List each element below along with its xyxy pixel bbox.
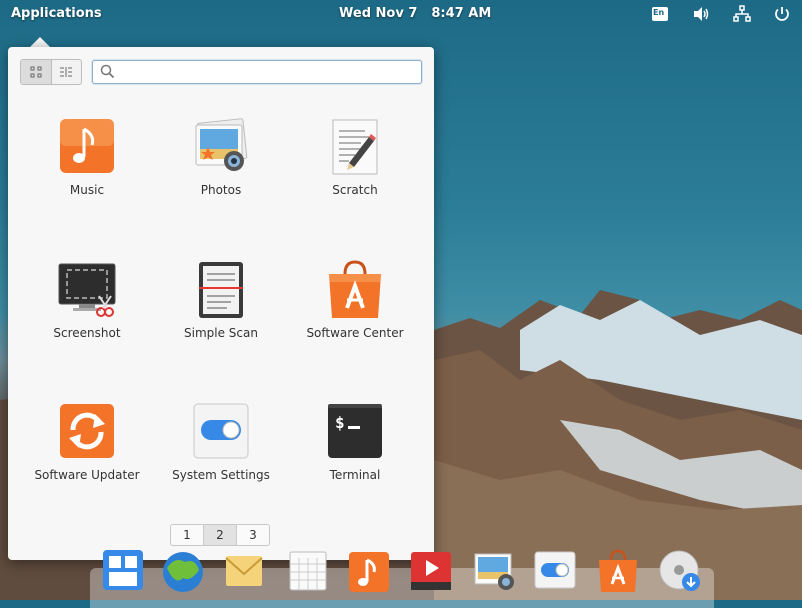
app-label: Software Center: [306, 326, 404, 340]
keyboard-layout-label: En: [653, 8, 665, 17]
app-music[interactable]: Music: [20, 117, 154, 227]
music-icon: [57, 117, 117, 177]
volume-icon[interactable]: [692, 5, 710, 23]
keyboard-layout-icon[interactable]: En: [651, 5, 669, 23]
date-label: Wed Nov 7: [339, 6, 418, 21]
app-simple-scan[interactable]: Simple Scan: [154, 260, 288, 370]
calendar-icon[interactable]: [286, 548, 330, 592]
app-label: Photos: [200, 183, 242, 197]
app-software-center[interactable]: Software Center: [288, 260, 422, 370]
scanner-icon: [191, 260, 251, 320]
date-time-indicator[interactable]: Wed Nov 7 8:47 AM: [339, 6, 505, 21]
page-button[interactable]: 3: [236, 524, 270, 546]
view-mode-switcher: [20, 59, 82, 85]
scratch-icon: [325, 117, 385, 177]
photos-icon[interactable]: [472, 548, 516, 592]
app-label: Terminal: [329, 468, 381, 482]
app-photos[interactable]: Photos: [154, 117, 288, 227]
app-label: Screenshot: [53, 326, 121, 340]
app-terminal[interactable]: $ Terminal: [288, 402, 422, 512]
app-label: Music: [69, 183, 105, 197]
app-label: Scratch: [332, 183, 378, 197]
top-panel: Applications Wed Nov 7 8:47 AM En: [0, 0, 802, 28]
network-icon[interactable]: [733, 5, 751, 23]
app-label: Software Updater: [34, 468, 140, 482]
app-scratch[interactable]: Scratch: [288, 117, 422, 227]
photos-icon: [191, 117, 251, 177]
page-button-active[interactable]: 2: [203, 524, 237, 546]
screenshot-icon: [57, 260, 117, 320]
mail-icon[interactable]: [222, 548, 266, 592]
software-updater-icon: [57, 402, 117, 462]
system-settings-icon: [191, 402, 251, 462]
app-screenshot[interactable]: Screenshot: [20, 260, 154, 370]
videos-icon[interactable]: [409, 548, 453, 592]
category-view-icon[interactable]: [52, 60, 82, 84]
search-input[interactable]: [121, 62, 415, 82]
disk-installer-icon[interactable]: [657, 548, 701, 592]
page-button[interactable]: 1: [170, 524, 204, 546]
app-software-updater[interactable]: Software Updater: [20, 402, 154, 512]
search-icon: [100, 64, 115, 79]
web-browser-icon[interactable]: [161, 548, 205, 592]
system-settings-icon[interactable]: [533, 548, 577, 592]
power-icon[interactable]: [773, 5, 791, 23]
app-label: Simple Scan: [184, 326, 258, 340]
page-switcher: 1 2 3: [170, 524, 270, 546]
search-field[interactable]: [92, 60, 422, 84]
terminal-icon: $: [325, 402, 385, 462]
app-label: System Settings: [172, 468, 270, 482]
applications-menu-button[interactable]: Applications: [11, 6, 102, 21]
svg-text:$: $: [335, 413, 345, 432]
grid-view-icon[interactable]: [21, 60, 52, 84]
software-center-icon[interactable]: [596, 548, 640, 592]
software-center-icon: [325, 260, 385, 320]
multitasking-view-icon[interactable]: [101, 548, 145, 592]
time-label: 8:47 AM: [431, 6, 492, 21]
music-icon[interactable]: [347, 548, 391, 592]
applications-launcher: Music Photos Scratch Screenshot Simple S…: [8, 47, 434, 560]
app-system-settings[interactable]: System Settings: [154, 402, 288, 512]
